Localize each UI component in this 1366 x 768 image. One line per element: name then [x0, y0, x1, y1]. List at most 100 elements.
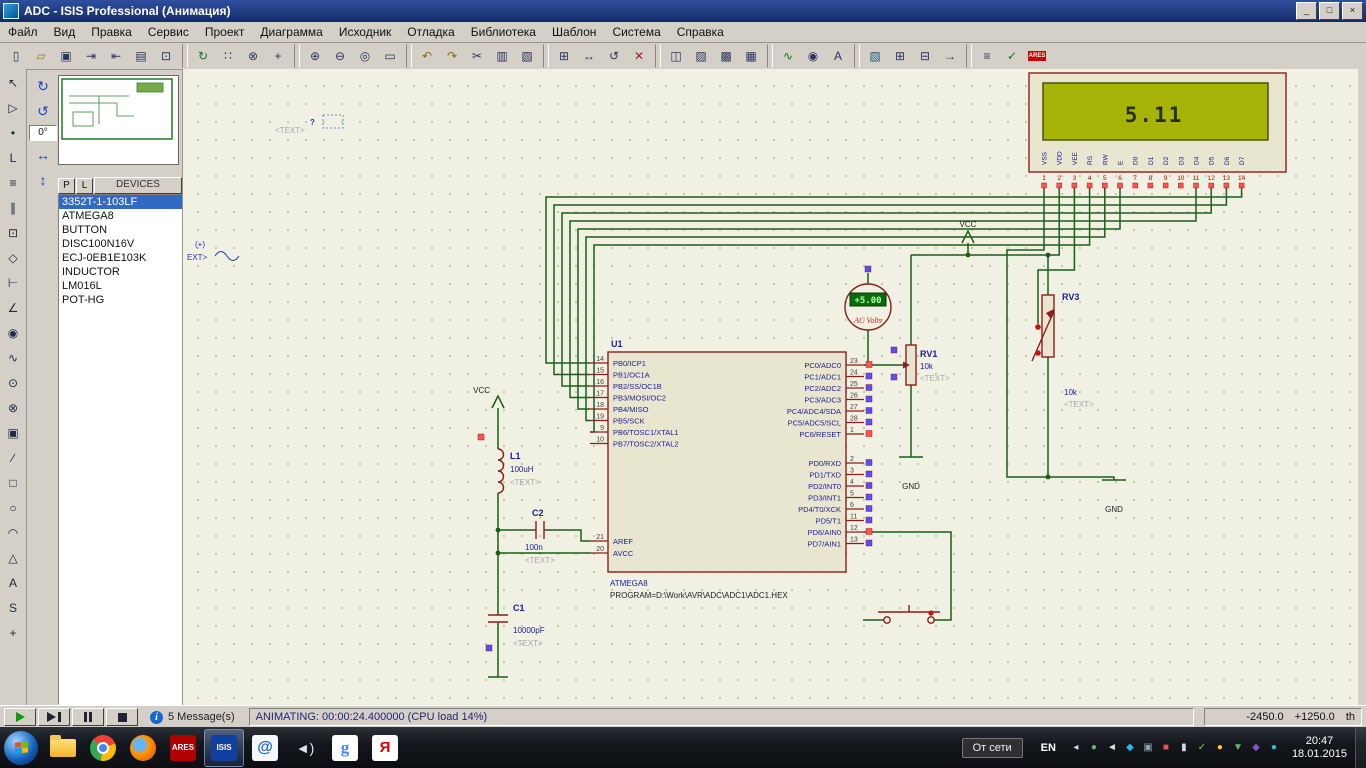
arc-2d-icon[interactable]: ◠: [1, 521, 25, 545]
device-list-item[interactable]: ATMEGA8: [59, 209, 183, 223]
text-script-icon[interactable]: ≡: [1, 171, 25, 195]
taskbar-mail-button[interactable]: @: [246, 730, 284, 766]
junction-dot-icon[interactable]: •: [1, 121, 25, 145]
open-design-icon[interactable]: ▱: [29, 44, 53, 68]
pick-parts-icon[interactable]: ◫: [664, 44, 688, 68]
device-list-item[interactable]: LM016L: [59, 279, 183, 293]
property-assignment-icon[interactable]: A: [826, 44, 850, 68]
menu-item[interactable]: Исходник: [331, 23, 399, 41]
taskbar-yandex-button[interactable]: Я: [366, 730, 404, 766]
current-probe-icon[interactable]: ⊗: [1, 396, 25, 420]
generator-mode-icon[interactable]: ∿: [1, 346, 25, 370]
block-delete-icon[interactable]: ✕: [627, 44, 651, 68]
component-mode-icon[interactable]: ▷: [1, 96, 25, 120]
tray-clock-icon[interactable]: ●: [1266, 740, 1282, 756]
menu-item[interactable]: Диаграмма: [252, 23, 330, 41]
device-pin-icon[interactable]: ⊢: [1, 271, 25, 295]
taskbar-firefox-button[interactable]: [124, 730, 162, 766]
step-button[interactable]: [38, 708, 70, 726]
separator[interactable]: [406, 44, 412, 68]
tray-update-icon[interactable]: ●: [1086, 740, 1102, 756]
separator[interactable]: [655, 44, 661, 68]
separator[interactable]: [543, 44, 549, 68]
taskbar-chrome-button[interactable]: [84, 730, 122, 766]
origin-icon[interactable]: ⊗: [241, 44, 265, 68]
mirror-vertical-icon[interactable]: ↕: [31, 169, 55, 191]
separator[interactable]: [854, 44, 860, 68]
tray-display-icon[interactable]: ▣: [1140, 740, 1156, 756]
bill-of-materials-icon[interactable]: ≡: [975, 44, 999, 68]
menu-item[interactable]: Шаблон: [544, 23, 604, 41]
redo-icon[interactable]: ↷: [440, 44, 464, 68]
design-explorer-icon[interactable]: ▧: [863, 44, 887, 68]
taskbar-clock[interactable]: 20:47 18.01.2015: [1292, 735, 1347, 761]
device-list-item[interactable]: INDUCTOR: [59, 265, 183, 279]
block-copy-icon[interactable]: ⊞: [552, 44, 576, 68]
voltage-probe-icon[interactable]: ⊙: [1, 371, 25, 395]
taskbar-ares-button[interactable]: ARES: [164, 730, 202, 766]
rotate-ccw-icon[interactable]: ↺: [31, 100, 55, 122]
separator[interactable]: [767, 44, 773, 68]
menu-item[interactable]: Вид: [46, 23, 84, 41]
library-manager-button[interactable]: L: [76, 178, 93, 194]
schematic-canvas[interactable]: VCC VCC GND GND U1: [182, 69, 1359, 705]
wire-autorouter-icon[interactable]: ∿: [776, 44, 800, 68]
tray-security-icon[interactable]: ✓: [1194, 740, 1210, 756]
circle-2d-icon[interactable]: ○: [1, 496, 25, 520]
selection-tool-icon[interactable]: ↖: [1, 71, 25, 95]
separator[interactable]: [966, 44, 972, 68]
box-2d-icon[interactable]: □: [1, 471, 25, 495]
maximize-button[interactable]: □: [1319, 2, 1340, 20]
menu-item[interactable]: Проект: [197, 23, 253, 41]
menu-item[interactable]: Библиотека: [463, 23, 544, 41]
trimmer-rv3[interactable]: RV3 10k <TEXT>: [1032, 292, 1094, 409]
menu-item[interactable]: Файл: [0, 23, 46, 41]
line-2d-icon[interactable]: ∕: [1, 446, 25, 470]
close-button[interactable]: ×: [1342, 2, 1363, 20]
minimize-button[interactable]: _: [1296, 2, 1317, 20]
push-button[interactable]: [878, 605, 940, 623]
message-count[interactable]: 5 Message(s): [168, 711, 235, 723]
grid-toggle-icon[interactable]: ∷: [216, 44, 240, 68]
mcu-atmega8[interactable]: U1 14 PB0/ICP1 15 PB1/OC1A: [590, 339, 872, 600]
tray-cloud-icon[interactable]: ◆: [1248, 740, 1264, 756]
new-sheet-icon[interactable]: ⊞: [888, 44, 912, 68]
language-indicator[interactable]: EN: [1041, 742, 1056, 754]
lcd-display[interactable]: 5.11 VSS 1 VDD 2: [1029, 73, 1286, 188]
play-button[interactable]: [4, 708, 36, 726]
save-design-icon[interactable]: ▣: [54, 44, 78, 68]
terminal-mode-icon[interactable]: ◇: [1, 246, 25, 270]
zoom-all-icon[interactable]: ◎: [353, 44, 377, 68]
path-2d-icon[interactable]: △: [1, 546, 25, 570]
wire-label-icon[interactable]: L: [1, 146, 25, 170]
zoom-out-icon[interactable]: ⊖: [328, 44, 352, 68]
capacitor-c1[interactable]: C1 10000pF <TEXT>: [488, 603, 545, 648]
symbol-2d-icon[interactable]: S: [1, 596, 25, 620]
cut-icon[interactable]: ✂: [465, 44, 489, 68]
tray-download-icon[interactable]: ▼: [1230, 740, 1246, 756]
tray-antivirus-icon[interactable]: ■: [1158, 740, 1174, 756]
overview-minimap[interactable]: [58, 75, 179, 165]
marker-2d-icon[interactable]: +: [1, 621, 25, 645]
taskbar-isis-button[interactable]: ISIS: [204, 729, 244, 767]
pick-devices-button[interactable]: P: [58, 178, 75, 194]
packaging-tool-icon[interactable]: ▩: [714, 44, 738, 68]
graph-mode-icon[interactable]: ∠: [1, 296, 25, 320]
device-list-item[interactable]: DISC100N16V: [59, 237, 183, 251]
stop-button[interactable]: [106, 708, 138, 726]
device-list-item[interactable]: POT-HG: [59, 293, 183, 307]
menu-item[interactable]: Система: [604, 23, 668, 41]
undo-icon[interactable]: ↶: [415, 44, 439, 68]
separator[interactable]: [294, 44, 300, 68]
voltmeter[interactable]: +5.00 AC Volts: [845, 284, 891, 330]
bus-mode-icon[interactable]: ∥: [1, 196, 25, 220]
power-status[interactable]: От сети: [962, 738, 1023, 758]
taskbar-volume-button[interactable]: ◄): [286, 730, 324, 766]
potentiometer-rv1[interactable]: RV1 10k <TEXT>: [903, 345, 950, 385]
device-list-item[interactable]: BUTTON: [59, 223, 183, 237]
mark-output-area-icon[interactable]: ⊡: [154, 44, 178, 68]
make-device-icon[interactable]: ▨: [689, 44, 713, 68]
tray-expand-icon[interactable]: ◂: [1068, 740, 1084, 756]
inductor-l1[interactable]: L1 100uH <TEXT>: [498, 449, 540, 493]
mirror-horizontal-icon[interactable]: ↔: [31, 144, 55, 166]
